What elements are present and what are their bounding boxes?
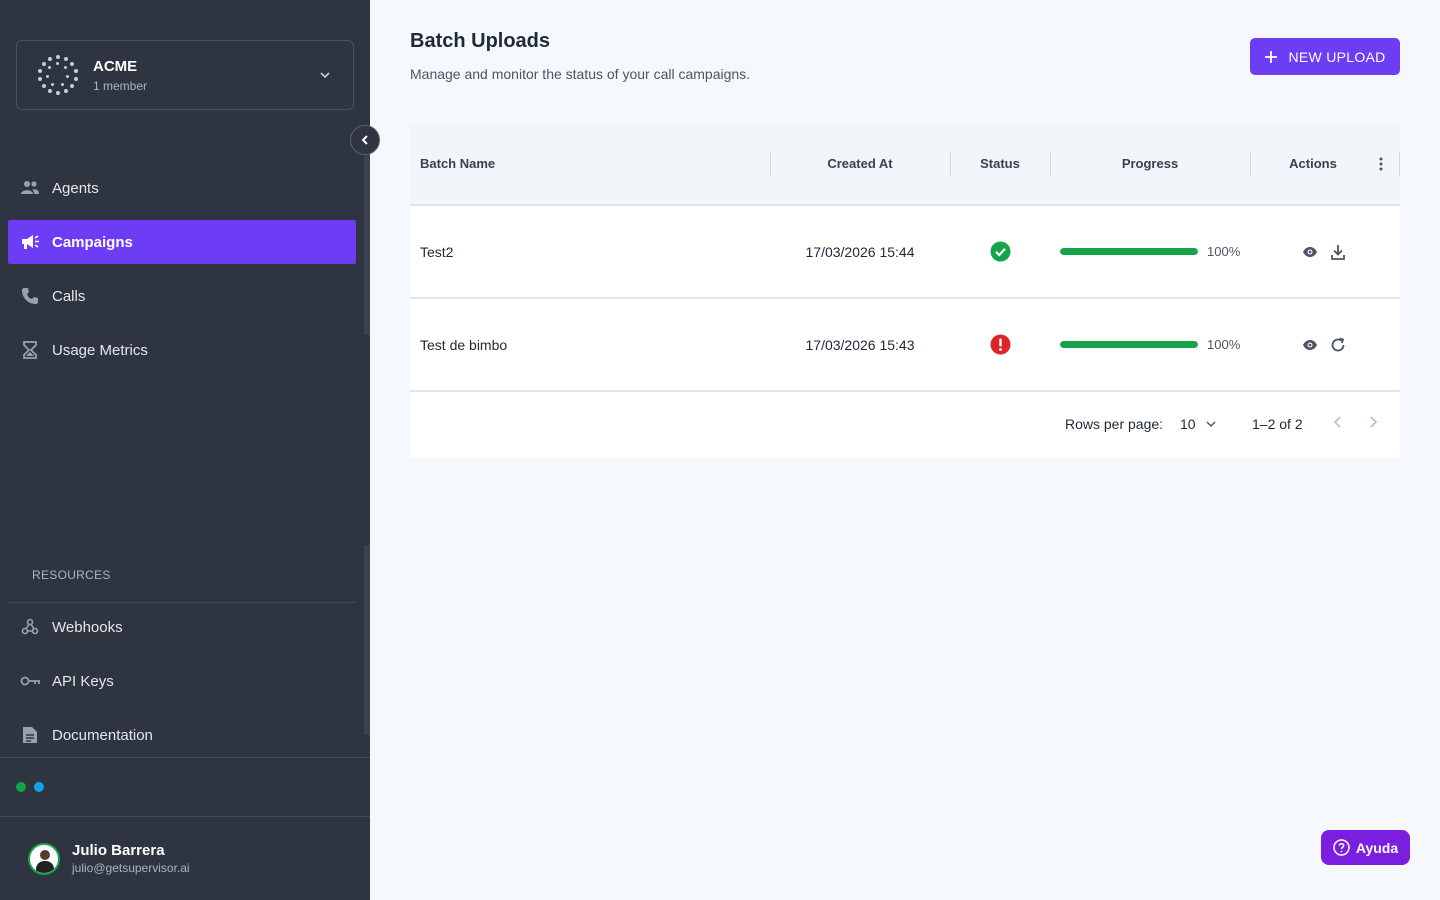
new-upload-label: NEW UPLOAD (1288, 48, 1386, 65)
column-menu-button[interactable] (1372, 123, 1390, 204)
actions-cell (1300, 206, 1348, 297)
org-members: 1 member (93, 78, 148, 93)
hourglass-icon (20, 340, 40, 360)
chevron-down-icon (320, 72, 330, 79)
org-switcher[interactable]: ACME 1 member (16, 40, 354, 110)
phone-icon (20, 286, 40, 306)
progress-bar (1060, 341, 1198, 348)
plus-icon (1265, 50, 1278, 63)
rows-per-page-value: 10 (1180, 416, 1196, 432)
column-divider (1399, 152, 1400, 176)
help-button[interactable]: Ayuda (1321, 830, 1410, 865)
download-icon[interactable] (1328, 242, 1348, 262)
progress-fill (1060, 341, 1198, 348)
progress-percent: 100% (1207, 337, 1241, 352)
chevron-left-icon (1333, 416, 1341, 428)
collapse-sidebar-button[interactable] (350, 125, 380, 155)
nav-item-calls[interactable]: Calls (8, 274, 356, 318)
error-icon (990, 334, 1010, 355)
more-vertical-icon (1379, 157, 1383, 170)
nav-item-campaigns[interactable]: Campaigns (8, 220, 356, 264)
resources-heading: RESOURCES (32, 568, 111, 582)
chevron-left-icon (361, 135, 368, 145)
pagination-range: 1–2 of 2 (1252, 416, 1303, 432)
page-title: Batch Uploads (410, 30, 551, 52)
people-icon (20, 178, 40, 198)
document-icon (20, 725, 40, 745)
progress-cell: 100% (1060, 299, 1240, 390)
next-page-button[interactable] (1365, 414, 1381, 433)
nav-item-documentation[interactable]: Documentation (8, 713, 356, 757)
status-dot-green (16, 782, 26, 792)
batch-table: Batch Name Created At Status Progress Ac… (410, 123, 1400, 458)
rows-per-page-select[interactable]: 10 (1180, 416, 1216, 432)
sidebar-scrollbar-lower[interactable] (364, 545, 370, 735)
divider (8, 602, 356, 603)
nav-item-label: Campaigns (52, 233, 133, 251)
user-name: Julio Barrera (72, 842, 165, 859)
nav-item-webhooks[interactable]: Webhooks (8, 605, 356, 649)
org-logo (37, 54, 79, 96)
status-dot-blue (34, 782, 44, 792)
rows-per-page-label: Rows per page: (1065, 416, 1164, 432)
actions-cell (1300, 299, 1348, 390)
created-at: 17/03/2026 15:44 (805, 243, 915, 260)
megaphone-icon (20, 232, 40, 252)
nav-item-usage-metrics[interactable]: Usage Metrics (8, 328, 356, 372)
org-name: ACME (93, 57, 138, 75)
column-header-progress[interactable]: Progress (1050, 123, 1250, 204)
status-cell (950, 206, 1050, 297)
avatar (28, 842, 60, 875)
column-header-status[interactable]: Status (950, 123, 1050, 204)
column-header-batch-name[interactable]: Batch Name (420, 123, 495, 204)
status-cell (950, 299, 1050, 390)
sidebar-scrollbar[interactable] (364, 150, 370, 335)
nav-item-agents[interactable]: Agents (8, 166, 356, 210)
webhook-icon (20, 617, 40, 637)
previous-page-button[interactable] (1330, 414, 1346, 433)
table-row[interactable]: Test de bimbo 17/03/2026 15:43 100% (410, 299, 1400, 392)
retry-icon[interactable] (1328, 335, 1348, 355)
chevron-down-icon (1206, 421, 1216, 428)
user-email: julio@getsupervisor.ai (72, 861, 190, 875)
progress-bar (1060, 248, 1198, 255)
batch-name: Test2 (420, 243, 454, 260)
resources-nav: Webhooks API Keys Documentation (8, 605, 356, 767)
page-subtitle: Manage and monitor the status of your ca… (410, 66, 751, 82)
success-check-icon (990, 241, 1010, 262)
table-row[interactable]: Test2 17/03/2026 15:44 100% (410, 206, 1400, 299)
help-circle-icon (1333, 839, 1350, 856)
progress-cell: 100% (1060, 206, 1240, 297)
progress-percent: 100% (1207, 244, 1241, 259)
nav-item-label: Documentation (52, 726, 153, 744)
sidebar: ACME 1 member Agents Campaigns Calls Usa… (0, 0, 380, 900)
chevron-right-icon (1370, 416, 1378, 428)
view-icon[interactable] (1300, 242, 1320, 262)
help-label: Ayuda (1355, 839, 1399, 856)
table-header: Batch Name Created At Status Progress Ac… (410, 123, 1400, 206)
user-profile[interactable]: Julio Barrera julio@getsupervisor.ai (28, 842, 190, 875)
created-at: 17/03/2026 15:43 (805, 336, 915, 353)
view-icon[interactable] (1300, 335, 1320, 355)
column-header-created-at[interactable]: Created At (770, 123, 950, 204)
nav-item-label: Webhooks (52, 618, 123, 636)
batch-name: Test de bimbo (420, 336, 508, 353)
column-header-actions: Actions (1289, 156, 1337, 171)
key-icon (20, 671, 40, 691)
new-upload-button[interactable]: NEW UPLOAD (1250, 38, 1400, 75)
nav-item-label: Usage Metrics (52, 341, 148, 359)
nav-item-label: Calls (52, 287, 86, 305)
main-nav: Agents Campaigns Calls Usage Metrics (8, 166, 356, 382)
nav-item-api-keys[interactable]: API Keys (8, 659, 356, 703)
nav-item-label: API Keys (52, 672, 114, 690)
status-indicators (0, 757, 370, 817)
table-pagination: Rows per page: 10 1–2 of 2 (410, 392, 1400, 456)
progress-fill (1060, 248, 1198, 255)
nav-item-label: Agents (52, 179, 99, 197)
